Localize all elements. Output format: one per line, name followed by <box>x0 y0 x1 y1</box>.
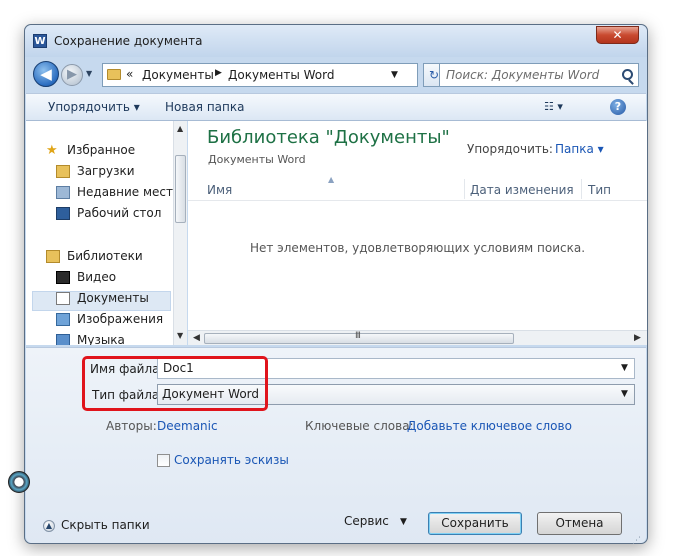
column-divider[interactable] <box>581 179 582 199</box>
downloads-folder-icon <box>56 165 70 178</box>
window-title: Сохранение документа <box>54 34 203 48</box>
forward-button[interactable]: ▶ <box>61 64 83 86</box>
tools-button[interactable]: Сервис <box>344 514 389 528</box>
breadcrumb-separator-icon[interactable]: ▶ <box>215 68 222 78</box>
column-name[interactable]: Имя <box>207 183 232 197</box>
command-bar: Упорядочить ▾ Новая папка ☷ ▾ ? <box>26 93 646 121</box>
libraries-icon <box>46 250 60 263</box>
authors-label: Авторы: <box>106 419 157 433</box>
scroll-thumb[interactable] <box>175 155 186 223</box>
empty-results-message: Нет элементов, удовлетворяющих условиям … <box>249 241 586 255</box>
organize-button[interactable]: Упорядочить ▾ <box>48 100 140 114</box>
arrange-by-dropdown[interactable]: Папка ▾ <box>555 142 604 156</box>
annotation-highlight-box <box>82 356 268 411</box>
new-folder-button[interactable]: Новая папка <box>165 100 244 114</box>
breadcrumb-word-documents[interactable]: Документы Word <box>228 68 334 82</box>
save-thumbnails-label[interactable]: Сохранять эскизы <box>174 453 289 467</box>
scroll-left-icon[interactable]: ◀ <box>193 333 200 343</box>
desktop-icon <box>56 207 70 220</box>
sidebar-item-label: Загрузки <box>77 164 135 178</box>
title-bar[interactable]: W Сохранение документа ✕ <box>25 25 647 57</box>
close-button[interactable]: ✕ <box>596 26 639 44</box>
sidebar-item-label: Документы <box>77 291 149 305</box>
sidebar-item-label: Рабочий стол <box>77 206 162 220</box>
column-header-row: Имя ▲ Дата изменения Тип <box>188 175 647 201</box>
word-app-icon: W <box>33 34 47 48</box>
save-thumbnails-checkbox[interactable] <box>157 454 170 467</box>
save-options-panel: Имя файла: Doc1 ▼ Тип файла: Документ Wo… <box>26 347 646 546</box>
scroll-grip-icon: III <box>355 331 361 341</box>
sidebar-scrollbar[interactable]: ▲ ▼ <box>173 121 187 345</box>
sidebar-item-label: Видео <box>77 270 117 284</box>
recent-pages-dropdown[interactable]: ▼ <box>86 69 96 79</box>
scroll-up-icon[interactable]: ▲ <box>177 124 183 133</box>
cancel-button[interactable]: Отмена <box>537 512 622 535</box>
sidebar-item-label: Музыка <box>77 333 125 345</box>
pictures-icon <box>56 313 70 326</box>
file-list-pane: Библиотека "Документы" Документы Word Уп… <box>188 121 647 345</box>
sort-ascending-icon: ▲ <box>328 175 335 184</box>
resize-grip-icon[interactable]: ⋰ <box>632 536 641 546</box>
chevron-down-icon[interactable]: ▼ <box>400 517 407 527</box>
authors-field[interactable]: Deemanic <box>157 419 218 433</box>
music-icon <box>56 334 70 345</box>
search-placeholder: Поиск: Документы Word <box>446 68 600 82</box>
library-subtitle: Документы Word <box>208 153 306 166</box>
search-icon[interactable] <box>622 69 633 80</box>
search-input[interactable]: Поиск: Документы Word <box>439 63 639 87</box>
address-bar[interactable]: « Документы ▶ Документы Word ▼ <box>102 63 418 87</box>
help-icon[interactable]: ? <box>610 99 626 115</box>
recent-places-icon <box>56 186 70 199</box>
column-type[interactable]: Тип <box>588 183 611 197</box>
breadcrumb-documents[interactable]: Документы <box>142 68 214 82</box>
documents-icon <box>56 292 70 305</box>
sidebar-item-label: Библиотеки <box>67 249 143 263</box>
sidebar-item-label: Изображения <box>77 312 164 326</box>
busy-indicator-icon <box>8 471 30 493</box>
sidebar-item-label: Избранное <box>67 143 136 157</box>
breadcrumb-overflow[interactable]: « <box>126 67 133 81</box>
sidebar-item-label: Недавние места <box>77 185 175 199</box>
change-view-button[interactable]: ☷ ▾ <box>544 100 574 116</box>
save-dialog-window: W Сохранение документа ✕ ◀ ▶ ▼ « Докумен… <box>24 24 648 546</box>
save-button[interactable]: Сохранить <box>428 512 522 535</box>
column-divider[interactable] <box>464 179 465 199</box>
collapse-up-icon[interactable]: ▲ <box>43 520 55 532</box>
library-title: Библиотека "Документы" <box>207 127 450 148</box>
scroll-thumb[interactable]: III <box>204 331 514 344</box>
star-icon: ★ <box>46 143 58 158</box>
address-dropdown-icon[interactable]: ▼ <box>391 70 398 80</box>
folder-icon <box>107 69 121 80</box>
back-button[interactable]: ◀ <box>33 61 59 87</box>
chevron-down-icon[interactable]: ▼ <box>621 363 628 373</box>
tags-field[interactable]: Добавьте ключевое слово <box>407 419 572 433</box>
scroll-down-icon[interactable]: ▼ <box>177 331 183 340</box>
scroll-right-icon[interactable]: ▶ <box>634 333 641 343</box>
tags-label: Ключевые слова: <box>305 419 414 433</box>
hide-folders-button[interactable]: Скрыть папки <box>61 518 150 532</box>
navigation-pane: ★ Избранное Загрузки Недавние места Рабо… <box>26 121 175 345</box>
column-date-modified[interactable]: Дата изменения <box>470 183 574 197</box>
arrange-by-label: Упорядочить: <box>467 142 553 156</box>
horizontal-scrollbar[interactable]: ◀ III ▶ <box>188 330 647 345</box>
video-icon <box>56 271 70 284</box>
chevron-down-icon[interactable]: ▼ <box>621 389 628 399</box>
